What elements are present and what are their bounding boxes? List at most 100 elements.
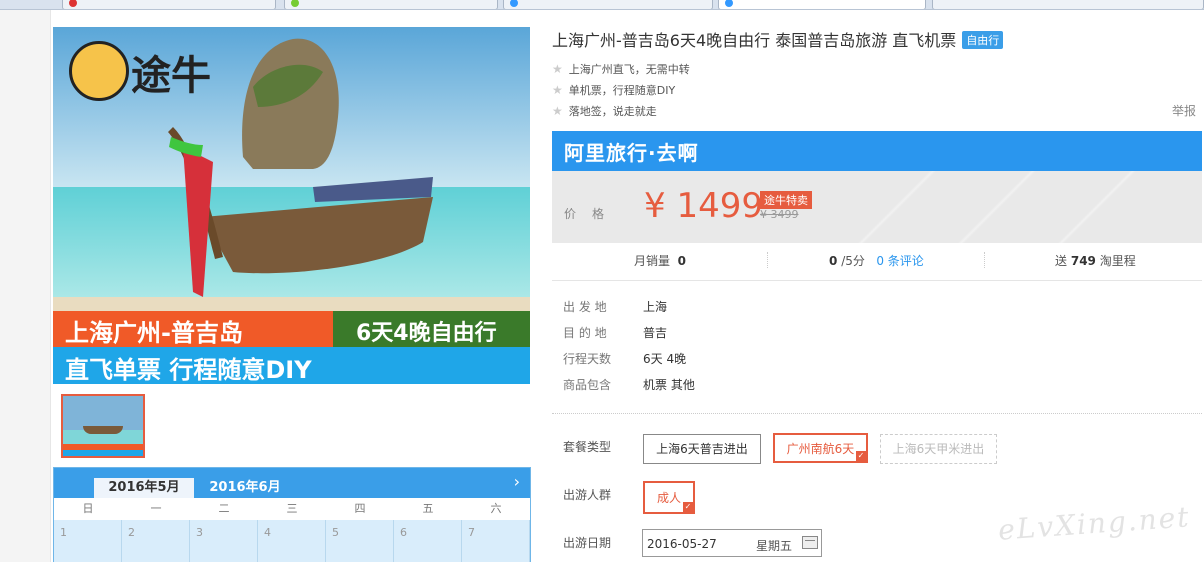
price-box: 价格 ¥ 1499 途牛特卖 ¥ 3499: [552, 171, 1202, 243]
page-left-border: [50, 10, 51, 562]
traveler-group-label: 出游人群: [563, 488, 612, 502]
calendar-day-cell[interactable]: 6: [394, 520, 462, 562]
feature-item: ★ 上海广州直飞，无需中转: [552, 61, 690, 77]
watermark: eLvXing.net: [997, 500, 1192, 547]
price-box-decor: [952, 171, 1042, 243]
package-option[interactable]: 上海6天普吉进出: [643, 434, 761, 464]
calendar-weekday-row: 日 一 二 三 四 五 六: [54, 498, 530, 520]
weekday-label: 三: [286, 502, 298, 515]
price-label: 价格: [564, 207, 621, 221]
report-link[interactable]: 举报: [1172, 102, 1196, 119]
calendar-day-cell[interactable]: 7: [462, 520, 530, 562]
package-option-disabled[interactable]: 上海6天甲米进出: [880, 434, 997, 464]
travel-weekday: 星期五: [756, 539, 793, 553]
package-type-label: 套餐类型: [563, 440, 612, 454]
price-box-decor: [852, 171, 942, 243]
calendar-day-cell[interactable]: 4: [258, 520, 326, 562]
feature-item: ★ 落地签，说走就走: [552, 103, 657, 119]
calendar-day-cell[interactable]: 5: [326, 520, 394, 562]
product-title: 上海广州-普吉岛6天4晚自由行 泰国普吉岛旅游 直飞机票 自由行: [552, 27, 1004, 51]
tuniu-special-tag: 途牛特卖: [760, 191, 812, 209]
feature-text: 上海广州直飞，无需中转: [568, 63, 690, 76]
calendar-month-tab-active[interactable]: 2016年5月: [94, 478, 194, 498]
star-icon: ★: [552, 62, 563, 76]
travel-date-field[interactable]: 2016-05-27 星期五: [642, 529, 822, 557]
price-value: ¥ 1499: [644, 186, 763, 226]
alitrip-banner: 阿里旅行·去啊: [552, 131, 1202, 171]
info-key: 出 发 地: [563, 300, 607, 314]
monthly-sales-label: 月销量: [634, 254, 671, 268]
browser-new-tab[interactable]: [932, 0, 1204, 9]
calendar-month-tab[interactable]: 2016年6月: [200, 478, 290, 498]
weekday-label: 五: [422, 502, 434, 515]
browser-tab-strip: [0, 0, 1204, 10]
info-row-destination: 目 的 地 普吉: [563, 324, 667, 341]
calendar-days-row: 1 2 3 4 5 6 7: [54, 520, 530, 562]
browser-tab[interactable]: [284, 0, 498, 9]
banner-line1-right: 6天4晚自由行: [356, 321, 497, 346]
banner-line2: 直飞单票 行程随意DIY: [65, 356, 312, 384]
weekday-label: 二: [218, 502, 230, 515]
stats-divider: [767, 252, 769, 268]
points-prefix: 送: [1055, 254, 1068, 268]
tab-favicon-icon: [69, 0, 77, 7]
original-price: ¥ 3499: [760, 208, 799, 221]
info-key: 商品包含: [563, 378, 612, 392]
weekday-label: 一: [150, 502, 162, 515]
browser-tab[interactable]: [62, 0, 276, 9]
star-icon: ★: [552, 104, 563, 118]
rating: 0 /5分 0 条评论: [829, 252, 924, 269]
travel-date-label: 出游日期: [563, 536, 612, 550]
feature-text: 单机票，行程随意DIY: [568, 84, 676, 97]
info-value: 上海: [643, 300, 668, 314]
calendar-next-arrow-icon[interactable]: ›: [514, 472, 520, 491]
info-row-includes: 商品包含 机票 其他: [563, 376, 695, 393]
weekday-label: 日: [82, 502, 94, 515]
package-option-selected[interactable]: 广州南航6天: [773, 433, 868, 463]
info-key: 行程天数: [563, 352, 612, 366]
weekday-label: 四: [354, 502, 366, 515]
info-row-departure: 出 发 地 上海: [563, 298, 667, 315]
stats-divider: [984, 252, 986, 268]
info-value: 6天 4晚: [643, 352, 687, 366]
info-row-duration: 行程天数 6天 4晚: [563, 350, 686, 367]
rating-value: 0: [829, 254, 838, 268]
product-page: 途牛 上海广州-普吉岛 6天4晚自由行 直飞单票 行程随意DIY 2016年5月…: [50, 10, 1204, 562]
monthly-sales-value: 0: [677, 254, 687, 268]
calendar-day-cell[interactable]: 1: [54, 520, 122, 562]
points-value: 749: [1070, 254, 1096, 268]
calendar-icon[interactable]: [802, 536, 818, 549]
feature-item: ★ 单机票，行程随意DIY: [552, 82, 675, 98]
rating-unit: /5分: [841, 254, 865, 268]
reviews-link[interactable]: 0 条评论: [876, 254, 923, 268]
star-icon: ★: [552, 83, 563, 97]
monthly-sales: 月销量 0: [634, 252, 686, 269]
tab-favicon-icon: [510, 0, 518, 7]
tab-favicon-icon: [291, 0, 299, 7]
tab-favicon-icon: [725, 0, 733, 7]
alitrip-banner-text: 阿里旅行·去啊: [564, 141, 699, 165]
product-hero-image[interactable]: 途牛 上海广州-普吉岛 6天4晚自由行 直飞单票 行程随意DIY: [53, 27, 530, 384]
weekday-label: 六: [490, 502, 502, 515]
divider: [552, 280, 1202, 281]
stats-bar: 月销量 0 0 /5分 0 条评论 送 749 淘里程: [552, 250, 1202, 270]
browser-tab-active[interactable]: [718, 0, 926, 9]
calendar-day-cell[interactable]: 2: [122, 520, 190, 562]
points: 送 749 淘里程: [1055, 252, 1136, 269]
price-box-decor: [1052, 171, 1142, 243]
info-key: 目 的 地: [563, 326, 607, 340]
feature-text: 落地签，说走就走: [568, 105, 657, 118]
product-title-text: 上海广州-普吉岛6天4晚自由行 泰国普吉岛旅游 直飞机票: [552, 31, 957, 50]
free-travel-badge: 自由行: [962, 31, 1004, 49]
info-value: 普吉: [643, 326, 668, 340]
tuniu-logo-text: 途牛: [131, 53, 211, 99]
info-value: 机票 其他: [643, 378, 695, 392]
browser-tab[interactable]: [503, 0, 713, 9]
thumbnail-selected[interactable]: [61, 394, 145, 458]
calendar-day-cell[interactable]: 3: [190, 520, 258, 562]
banner-line1: 上海广州-普吉岛: [65, 319, 243, 347]
divider: [552, 413, 1202, 414]
departure-calendar: 2016年5月 2016年6月 › 日 一 二 三 四 五 六 1 2 3 4 …: [53, 467, 531, 562]
travel-date-value: 2016-05-27: [647, 537, 717, 551]
traveler-group-option-selected[interactable]: 成人: [643, 481, 695, 514]
